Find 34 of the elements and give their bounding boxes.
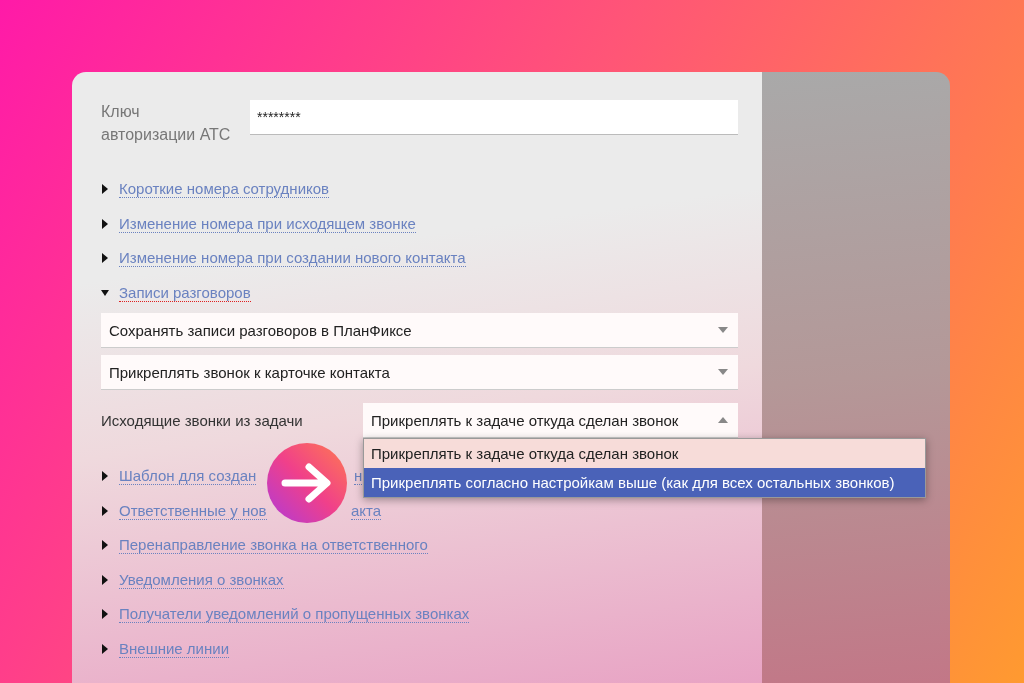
field-label: Исходящие звонки из задачи [101,412,304,429]
section-link[interactable]: Перенаправление звонка на ответственного [119,536,428,555]
dropdown-option[interactable]: Прикреплять к задаче откуда сделан звонок [364,439,925,468]
select-field[interactable]: Прикреплять к задаче откуда сделан звонок [363,403,738,438]
select-field[interactable]: Прикреплять звонок к карточке контакта [101,355,738,390]
dropdown-option[interactable]: Прикреплять согласно настройкам выше (как для всех остальных звонков) [364,468,925,497]
caret-right-icon [101,609,109,620]
section-link[interactable]: Ответственные у нов [119,501,267,520]
caret-right-icon [101,643,109,654]
caret-right-icon [101,471,109,482]
section-link[interactable]: Записи разговоров [119,283,251,302]
input-field[interactable]: ******** [250,100,738,135]
caret-down-icon [101,287,109,298]
caret-right-icon [101,505,109,516]
section-link[interactable]: Шаблон для создан [119,467,257,486]
section-link[interactable]: Уведомления о звонках [119,570,284,589]
caret-down-icon [718,369,728,375]
section-link[interactable]: Изменение номера при исходящем звонке [119,214,416,233]
section-link[interactable]: Короткие номера сотрудников [119,180,330,199]
caret-right-icon [101,540,109,551]
caret-right-icon [101,218,109,229]
field-label: Ключ авторизации АТС [101,102,232,145]
caret-right-icon [101,253,109,264]
section-link-fragment[interactable]: н [354,467,363,486]
section-link[interactable]: Получатели уведомлений о пропущенных звонках [119,605,470,624]
caret-up-icon [718,417,728,423]
caret-right-icon [101,184,109,195]
section-link[interactable]: Внешние линии [119,639,229,658]
section-link-fragment[interactable]: акта [351,501,382,520]
select-field[interactable]: Сохранять записи разговоров в ПланФиксе [101,313,738,348]
caret-down-icon [718,327,728,333]
arrow-icon [281,463,333,503]
section-link[interactable]: Изменение номера при создании нового контакта [119,249,466,268]
caret-right-icon [101,574,109,585]
